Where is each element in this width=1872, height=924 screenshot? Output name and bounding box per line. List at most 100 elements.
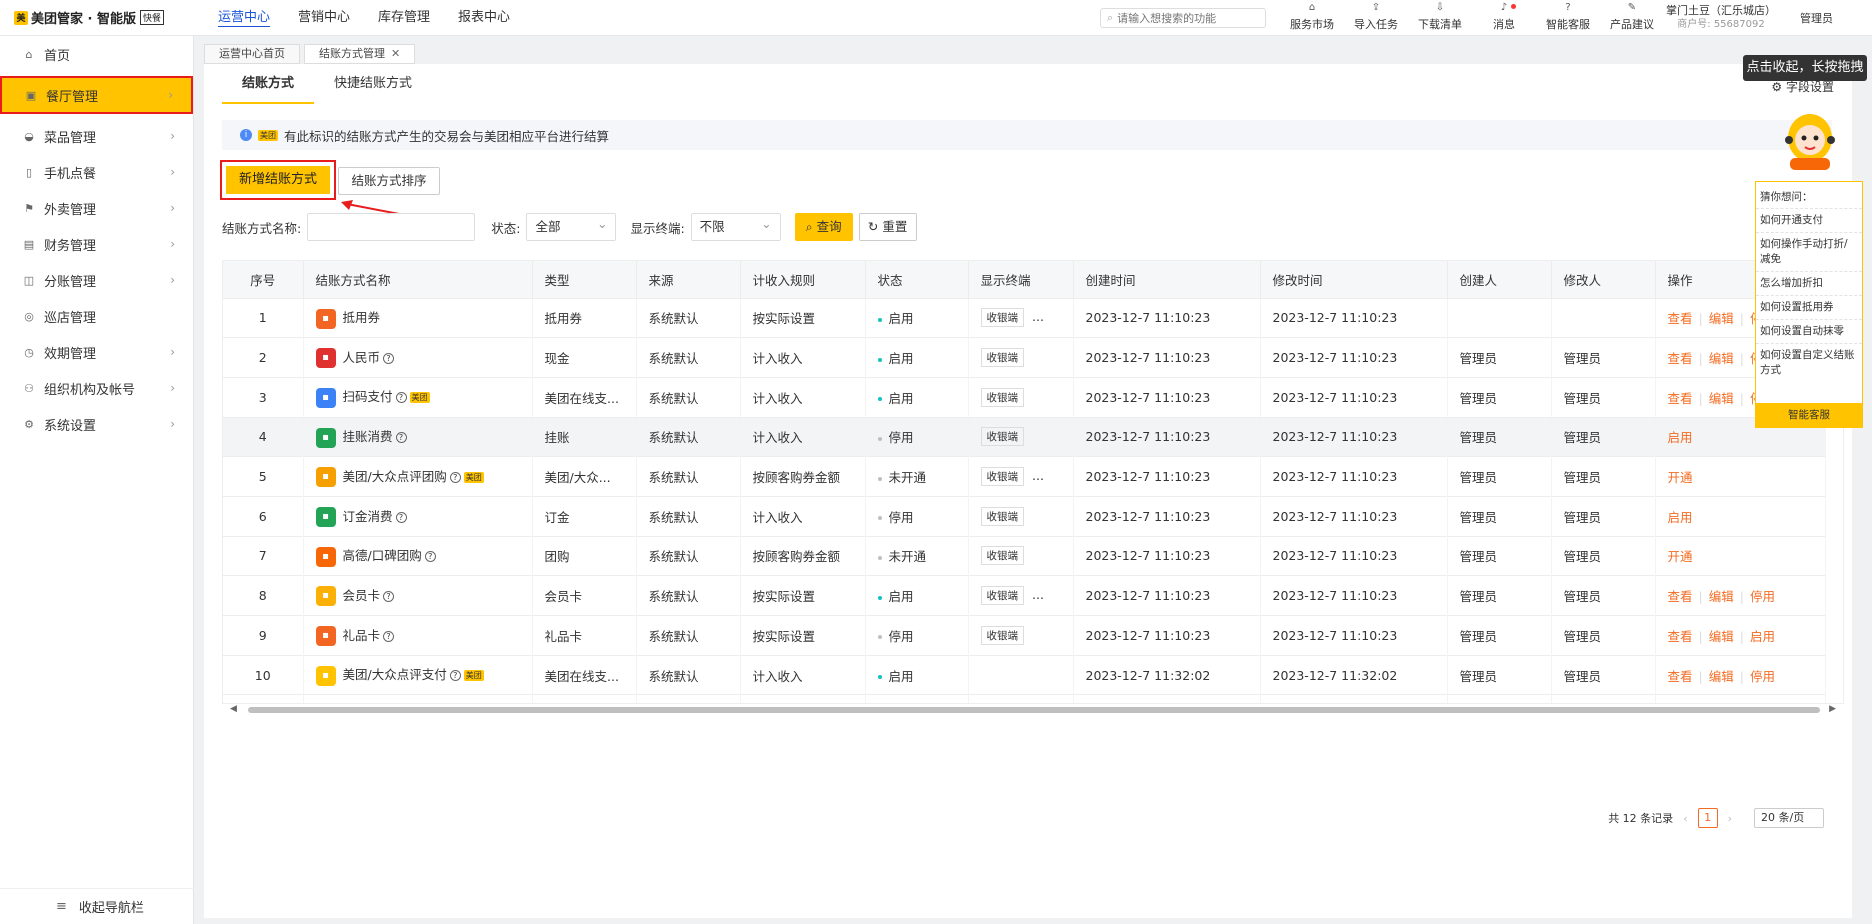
table-row[interactable]: 8 ▪ 会员卡? 会员卡 系统默认 按实际设置 启用 收银端... 2023-12-7 11:1… [223,575,1826,616]
table-row[interactable]: 11▪优惠券?会员卡系统默认按实际设置启用 2023-12-27 09:50:46… [223,694,1826,703]
op-link[interactable]: 开通 [1668,549,1693,564]
help-icon[interactable]: ? [383,590,395,602]
sidebar-item-expiry[interactable]: ◷ 效期管理 › [0,334,193,370]
subtab-checkout-methods[interactable]: 结账方式 [222,64,315,104]
op-link[interactable]: 查看 [1668,391,1693,406]
op-link[interactable]: 编辑 [1709,351,1734,366]
sidebar-item-org[interactable]: ⚇ 组织机构及帐号 › [0,370,193,406]
topnav-item-1[interactable]: 营销中心 [284,0,364,36]
help-question[interactable]: 怎么增加折扣 [1756,271,1862,295]
sidebar-item-home[interactable]: ⌂ 首页 [0,36,193,72]
help-icon[interactable]: ? [424,551,436,563]
terminal-more[interactable]: ... [1032,309,1044,324]
app-logo[interactable]: 美 美团管家 · 智能版 快餐 [14,8,204,27]
op-link[interactable]: 编辑 [1709,629,1734,644]
table-row[interactable]: 7 ▪ 高德/口碑团购? 团购 系统默认 按顾客购券金额 未开通 收银端 2023-12-7 1… [223,535,1826,576]
op-link[interactable]: 启用 [1668,510,1693,525]
query-button[interactable]: ⌕ 查询 [794,213,853,241]
topnav-item-3[interactable]: 报表中心 [444,0,524,36]
collapse-nav-button[interactable]: ≡ 收起导航栏 [0,888,194,924]
table-row[interactable]: 3 ▪ 扫码支付? 美团 美团在线支... 系统默认 计入收入 启用 收银端 2023-12-7 … [223,376,1826,418]
close-icon[interactable]: ✕ [391,47,400,60]
help-icon[interactable]: ? [449,471,461,483]
op-link[interactable]: 编辑 [1709,391,1734,406]
tool-support[interactable]: ? 智能客服 [1536,2,1600,32]
topnav-item-0[interactable]: 运营中心 [204,0,284,36]
op-link[interactable]: 编辑 [1709,669,1734,684]
assistant-mascot-icon[interactable] [1780,100,1840,172]
op-link[interactable]: 启用 [1668,430,1693,445]
chevron-right-icon: › [170,273,175,287]
sidebar-item-inspect[interactable]: ◎ 巡店管理 [0,298,193,334]
smart-support-button[interactable]: 智能客服 [1756,403,1862,427]
op-link[interactable]: 查看 [1668,629,1693,644]
op-link[interactable]: 开通 [1668,470,1693,485]
op-link[interactable]: 查看 [1668,311,1693,326]
prev-page-icon[interactable]: ‹ [1683,812,1687,825]
topnav-item-2[interactable]: 库存管理 [364,0,444,36]
sidebar-item-phone[interactable]: ▯ 手机点餐 › [0,154,193,190]
table-row[interactable]: 2 ▪ 人民币? 现金 系统默认 计入收入 启用 收银端 2023-12-7 11:10:23 2… [223,337,1826,378]
op-link[interactable]: 停用 [1750,589,1775,604]
op-link[interactable]: 编辑 [1709,589,1734,604]
search-input[interactable] [1117,11,1258,25]
help-icon[interactable]: ? [395,511,407,523]
sidebar-item-split[interactable]: ◫ 分账管理 › [0,262,193,298]
tab-checkout-methods[interactable]: 结账方式管理 ✕ [304,44,416,64]
table-row[interactable]: 10 ▪ 美团/大众点评支付? 美团 美团在线支... 系统默认 计入收入 启用 2023-12… [223,654,1826,695]
reset-button[interactable]: ↻ 重置 [858,213,917,241]
reset-label: 重置 [882,219,908,234]
op-link[interactable]: 编辑 [1709,311,1734,326]
table-row[interactable]: 1 ▪ 抵用券 抵用券 系统默认 按实际设置 启用 收银端... 2023-12-7 11:10… [223,297,1826,338]
op-link[interactable]: 启用 [1750,629,1775,644]
status-dot [877,357,882,362]
sidebar-item-delivery[interactable]: ⚑ 外卖管理 › [0,190,193,226]
scroll-thumb[interactable] [248,707,1820,713]
op-link[interactable]: 停用 [1750,669,1775,684]
tool-import[interactable]: ⇪ 导入任务 [1344,2,1408,32]
tool-download[interactable]: ⇩ 下载清单 [1408,2,1472,32]
horizontal-scrollbar[interactable]: ◀ ▶ [222,704,1844,716]
table-row[interactable]: 9 ▪ 礼品卡? 礼品卡 系统默认 按实际设置 停用 收银端 2023-12-7 11:10:2… [223,615,1826,656]
scroll-right-icon[interactable]: ▶ [1829,704,1836,714]
help-icon[interactable]: ? [383,352,395,364]
page-size-select[interactable]: 20 条/页 [1754,808,1824,828]
help-question[interactable]: 如何设置抵用券 [1756,295,1862,319]
table-row[interactable]: 5 ▪ 美团/大众点评团购? 美团 美团/大众... 系统默认 按顾客购券金额 未开通 收银端.… [223,456,1826,497]
table-row[interactable]: 6 ▪ 订金消费? 订金 系统默认 计入收入 停用 收银端 2023-12-7 11:10:23… [223,495,1826,537]
function-search[interactable]: ⌕ [1100,8,1266,28]
tab-ops-home[interactable]: 运营中心首页 [204,44,300,64]
next-page-icon[interactable]: › [1728,812,1732,825]
help-question[interactable]: 如何设置自定义结账方式 [1756,343,1862,382]
op-link[interactable]: 查看 [1668,669,1693,684]
help-icon[interactable]: ? [395,432,407,444]
help-question[interactable]: 如何设置自动抹零 [1756,319,1862,343]
help-question[interactable]: 如何开通支付 [1756,208,1862,232]
page-1-button[interactable]: 1 [1697,808,1718,828]
sort-checkout-methods-button[interactable]: 结账方式排序 [338,167,440,195]
help-question[interactable]: 如何操作手动打折/减免 [1756,232,1862,271]
tool-feedback[interactable]: ✎ 产品建议 [1600,2,1664,32]
sidebar-item-gear[interactable]: ⚙ 系统设置 › [0,406,193,442]
help-icon[interactable]: ? [395,392,407,404]
subtab-quick-checkout[interactable]: 快捷结账方式 [314,64,432,104]
terminal-more[interactable]: ... [1032,587,1044,602]
terminal-more[interactable]: ... [1032,468,1044,483]
tool-bell[interactable]: ♪ 消息 [1472,2,1536,32]
table-row[interactable]: 4 ▪ 挂账消费? 挂账 系统默认 计入收入 停用 收银端 2023-12-7 11:10:23… [223,416,1826,457]
help-icon[interactable]: ? [383,630,395,642]
sidebar-item-store[interactable]: ▣ 餐厅管理 › [0,76,193,114]
user-menu[interactable]: 管理员 [1800,10,1833,26]
name-filter-input[interactable] [307,213,476,241]
add-checkout-method-button[interactable]: 新增结账方式 [226,166,330,194]
sidebar-item-finance[interactable]: ▤ 财务管理 › [0,226,193,262]
op-link[interactable]: 查看 [1668,589,1693,604]
op-link[interactable]: 查看 [1668,351,1693,366]
tool-shop[interactable]: ⌂ 服务市场 [1280,2,1344,32]
scroll-left-icon[interactable]: ◀ [230,704,237,714]
terminal-select[interactable]: 不限 [690,211,781,241]
help-icon[interactable]: ? [449,670,461,682]
store-switcher[interactable]: 掌门土豆（汇乐城店） 商户号: 55687092 [1666,4,1776,32]
status-select[interactable]: 全部 [526,211,617,241]
sidebar-item-dish[interactable]: ◒ 菜品管理 › [0,118,193,154]
